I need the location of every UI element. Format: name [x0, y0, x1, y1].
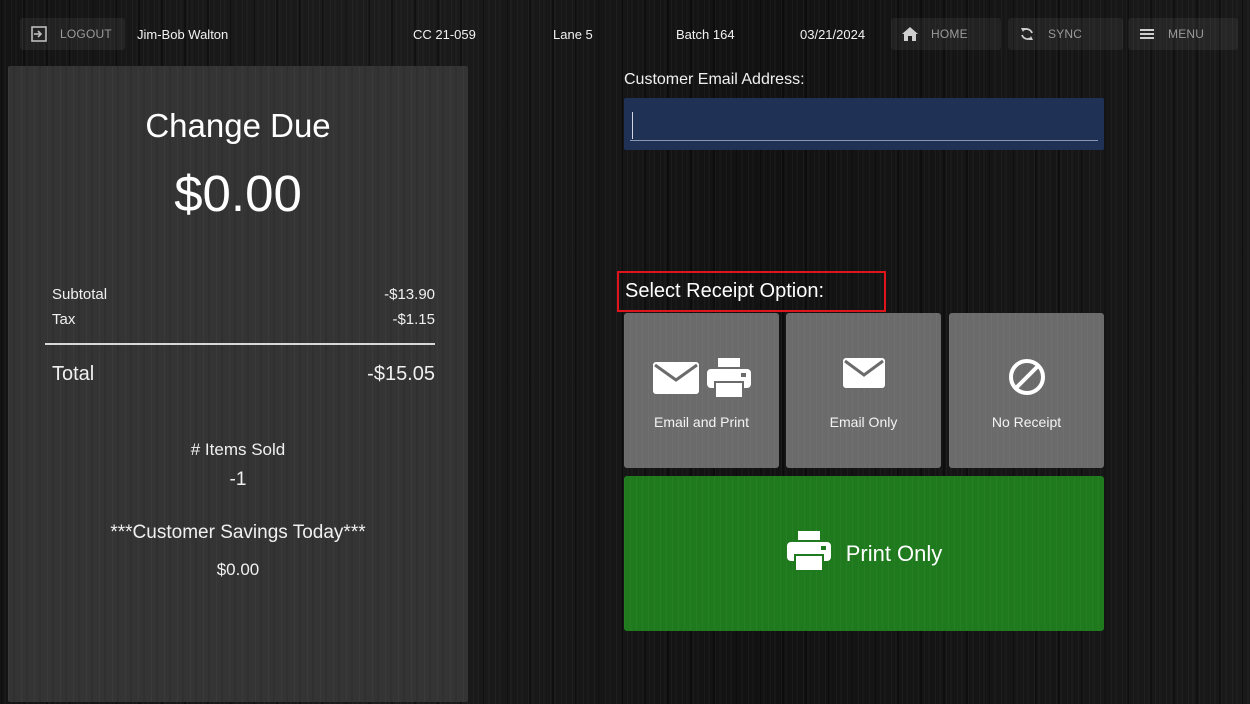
summary-divider [45, 343, 435, 345]
no-receipt-button[interactable]: No Receipt [949, 313, 1104, 468]
printer-icon [706, 357, 752, 404]
receipt-option-heading-text: Select Receipt Option: [625, 280, 824, 302]
menu-label: MENU [1168, 27, 1205, 41]
change-due-amount: $0.00 [174, 165, 302, 222]
subtotal-label: Subtotal [52, 286, 108, 303]
print-only-label: Print Only [845, 540, 943, 566]
change-due-title: Change Due [145, 107, 331, 144]
email-only-button[interactable]: Email Only [786, 313, 941, 468]
email-and-print-button[interactable]: Email and Print [624, 313, 779, 468]
envelope-icon [842, 357, 886, 394]
receipt-option-heading: Select Receipt Option: [617, 271, 886, 312]
hamburger-icon [1138, 25, 1156, 43]
tax-row: Tax -$1.15 [52, 311, 435, 328]
home-icon [901, 25, 919, 43]
batch-label: Batch 164 [676, 26, 735, 42]
email-input[interactable] [624, 98, 1104, 150]
sync-button[interactable]: SYNC [1008, 18, 1123, 50]
no-receipt-label: No Receipt [991, 414, 1062, 430]
lane-label: Lane 5 [553, 26, 593, 42]
terminal-id: CC 21-059 [413, 26, 476, 42]
home-button[interactable]: HOME [891, 18, 1001, 50]
tax-label: Tax [52, 311, 76, 328]
email-input-underline [630, 140, 1098, 141]
print-only-button[interactable]: Print Only [624, 476, 1104, 631]
sync-icon [1018, 25, 1036, 43]
text-caret [632, 112, 633, 139]
total-value: -$15.05 [367, 363, 435, 385]
subtotal-row: Subtotal -$13.90 [52, 286, 435, 303]
logout-label: LOGOUT [60, 27, 112, 41]
items-sold-value: -1 [229, 469, 247, 490]
logout-icon [30, 25, 48, 43]
date-label: 03/21/2024 [800, 26, 866, 42]
prohibited-icon [1007, 357, 1047, 402]
email-and-print-label: Email and Print [654, 414, 749, 430]
subtotal-value: -$13.90 [384, 286, 435, 303]
total-label: Total [52, 363, 95, 385]
sync-label: SYNC [1048, 27, 1083, 41]
email-only-label: Email Only [829, 414, 898, 430]
items-sold-label: # Items Sold [190, 440, 286, 459]
total-row: Total -$15.05 [52, 363, 435, 386]
tax-value: -$1.15 [392, 311, 435, 328]
savings-value: $0.00 [216, 560, 260, 579]
email-label: Customer Email Address: [624, 71, 805, 88]
savings-label: ***Customer Savings Today*** [110, 522, 366, 543]
transaction-summary-panel: Change Due $0.00 Subtotal -$13.90 Tax -$… [8, 66, 468, 702]
home-label: HOME [931, 27, 968, 41]
menu-button[interactable]: MENU [1128, 18, 1238, 50]
user-name: Jim-Bob Walton [137, 26, 229, 42]
printer-icon [786, 530, 832, 577]
envelope-icon [652, 361, 700, 400]
logout-button[interactable]: LOGOUT [20, 18, 125, 50]
top-bar: LOGOUT Jim-Bob Walton CC 21-059 Lane 5 B… [0, 0, 1250, 62]
